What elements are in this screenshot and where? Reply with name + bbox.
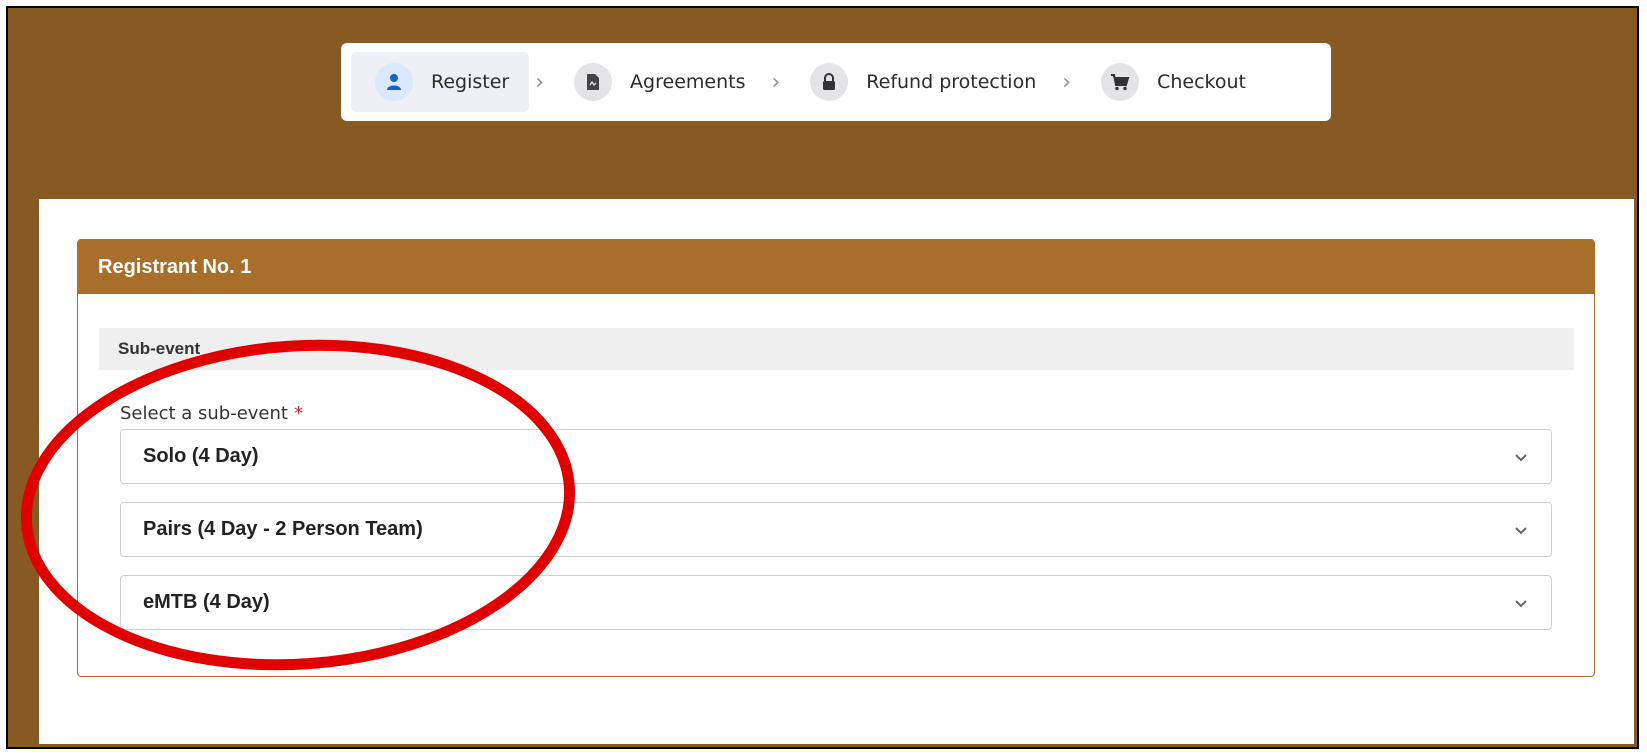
step-register[interactable]: Register [351, 52, 530, 112]
registrant-card: Registrant No. 1 Sub-event Select a sub-… [77, 239, 1595, 677]
document-icon [574, 63, 613, 101]
step-refund-protection[interactable]: Refund protection [786, 52, 1056, 112]
required-indicator: * [293, 403, 303, 424]
select-value: Solo (4 Day) [143, 445, 259, 467]
sub-event-select-emtb[interactable]: eMTB (4 Day) [120, 575, 1552, 630]
select-value: Pairs (4 Day - 2 Person Team) [143, 518, 423, 540]
page-background: Register › Agreements › Refund protectio… [6, 6, 1639, 749]
chevron-down-icon [1515, 449, 1527, 465]
sub-event-label: Select a sub-event * [120, 403, 303, 424]
sub-event-label-text: Select a sub-event [120, 403, 288, 424]
registrant-title: Registrant No. 1 [78, 240, 1594, 294]
cart-icon [1101, 63, 1140, 101]
user-icon [375, 63, 413, 101]
chevron-right-icon: › [535, 69, 545, 95]
chevron-right-icon: › [771, 69, 781, 95]
lock-icon [810, 63, 849, 101]
step-checkout-label: Checkout [1157, 71, 1246, 93]
registration-stepper: Register › Agreements › Refund protectio… [341, 43, 1331, 121]
chevron-down-icon [1515, 595, 1527, 611]
step-refund-protection-label: Refund protection [866, 71, 1037, 93]
section-heading: Sub-event [99, 328, 1574, 370]
step-agreements-label: Agreements [630, 71, 746, 93]
sub-event-select-solo[interactable]: Solo (4 Day) [120, 429, 1552, 484]
step-checkout[interactable]: Checkout [1077, 52, 1266, 112]
select-value: eMTB (4 Day) [143, 591, 270, 613]
chevron-down-icon [1515, 522, 1527, 538]
step-register-label: Register [431, 71, 510, 93]
chevron-right-icon: › [1062, 69, 1072, 95]
sub-event-select-pairs[interactable]: Pairs (4 Day - 2 Person Team) [120, 502, 1552, 557]
registration-panel: Registrant No. 1 Sub-event Select a sub-… [39, 199, 1634, 744]
step-agreements[interactable]: Agreements [550, 52, 765, 112]
